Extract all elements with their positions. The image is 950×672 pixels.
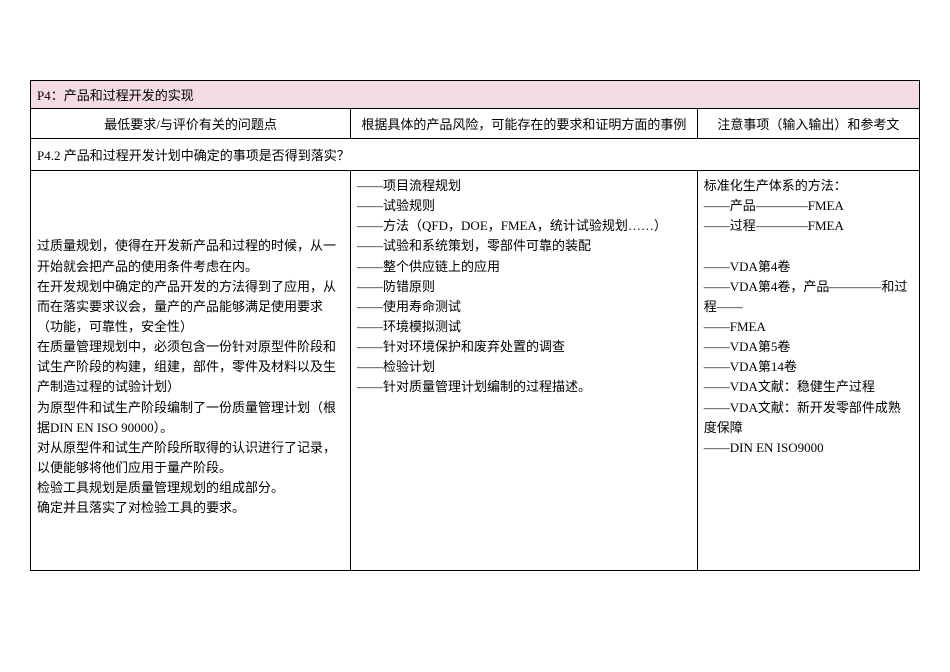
header-col2: 根据具体的产品风险，可能存在的要求和证明方面的事例 xyxy=(351,109,698,139)
text-line: ——VDA文献：稳健生产过程 xyxy=(704,377,913,397)
text-line: ——使用寿命测试 xyxy=(357,297,691,317)
main-table: 最低要求/与评价有关的问题点 根据具体的产品风险，可能存在的要求和证明方面的事例… xyxy=(30,108,920,571)
text-line: ——项目流程规划 xyxy=(357,176,691,196)
text-line: ——产品————FMEA xyxy=(704,196,913,216)
text-line: ——VDA第14卷 xyxy=(704,357,913,377)
text-line: ——针对环境保护和废弃处置的调查 xyxy=(357,337,691,357)
body-row: 过质量规划，使得在开发新产品和过程的时候，从一开始就会把产品的使用条件考虑在内。… xyxy=(31,171,920,571)
text-line: ——VDA第5卷 xyxy=(704,337,913,357)
header-row: 最低要求/与评价有关的问题点 根据具体的产品风险，可能存在的要求和证明方面的事例… xyxy=(31,109,920,139)
text-line: ——VDA第4卷，产品————和过程—— xyxy=(704,277,913,317)
subheader-row: P4.2 产品和过程开发计划中确定的事项是否得到落实？ xyxy=(31,139,920,171)
text-line: 检验工具规划是质量管理规划的组成部分。 xyxy=(37,478,344,498)
text-line: ——防错原则 xyxy=(357,277,691,297)
text-line: 标准化生产体系的方法： xyxy=(704,176,913,196)
text-line: ——环境模拟测试 xyxy=(357,317,691,337)
text-line: 为原型件和试生产阶段编制了一份质量管理计划（根据DIN EN ISO 90000… xyxy=(37,398,344,438)
text-line: 在开发规划中确定的产品开发的方法得到了应用，从而在落实要求议会，量产的产品能够满… xyxy=(37,277,344,337)
body-cell-1: 过质量规划，使得在开发新产品和过程的时候，从一开始就会把产品的使用条件考虑在内。… xyxy=(31,171,351,571)
text-line: 在质量管理规划中，必须包含一份针对原型件阶段和试生产阶段的构建，组建，部件，零件… xyxy=(37,337,344,397)
text-line: ——针对质量管理计划编制的过程描述。 xyxy=(357,377,691,397)
text-line: 对从原型件和试生产阶段所取得的认识进行了记录，以便能够将他们应用于量产阶段。 xyxy=(37,438,344,478)
subheader-cell: P4.2 产品和过程开发计划中确定的事项是否得到落实？ xyxy=(31,139,920,171)
header-col1: 最低要求/与评价有关的问题点 xyxy=(31,109,351,139)
text-line xyxy=(37,176,344,196)
text-line: ——试验和系统策划，零部件可靠的装配 xyxy=(357,236,691,256)
body-cell-3: 标准化生产体系的方法：——产品————FMEA——过程————FMEA ——VD… xyxy=(697,171,919,571)
text-line: ——FMEA xyxy=(704,317,913,337)
header-col3: 注意事项（输入输出）和参考文 xyxy=(697,109,919,139)
text-line: ——检验计划 xyxy=(357,357,691,377)
text-line xyxy=(37,216,344,236)
text-line xyxy=(704,236,913,256)
section-title: P4：产品和过程开发的实现 xyxy=(30,80,920,108)
text-line: ——DIN EN ISO9000 xyxy=(704,438,913,458)
text-line: ——试验规则 xyxy=(357,196,691,216)
text-line xyxy=(37,196,344,216)
text-line: ——VDA文献：新开发零部件成熟度保障 xyxy=(704,398,913,438)
body-cell-2: ——项目流程规划——试验规则——方法（QFD，DOE，FMEA，统计试验规划……… xyxy=(351,171,698,571)
text-line: ——过程————FMEA xyxy=(704,216,913,236)
text-line: 确定并且落实了对检验工具的要求。 xyxy=(37,498,344,518)
text-line: ——方法（QFD，DOE，FMEA，统计试验规划……） xyxy=(357,216,691,236)
document-page: P4：产品和过程开发的实现 最低要求/与评价有关的问题点 根据具体的产品风险，可… xyxy=(0,0,950,601)
text-line: ——整个供应链上的应用 xyxy=(357,257,691,277)
text-line: 过质量规划，使得在开发新产品和过程的时候，从一开始就会把产品的使用条件考虑在内。 xyxy=(37,236,344,276)
text-line: ——VDA第4卷 xyxy=(704,257,913,277)
